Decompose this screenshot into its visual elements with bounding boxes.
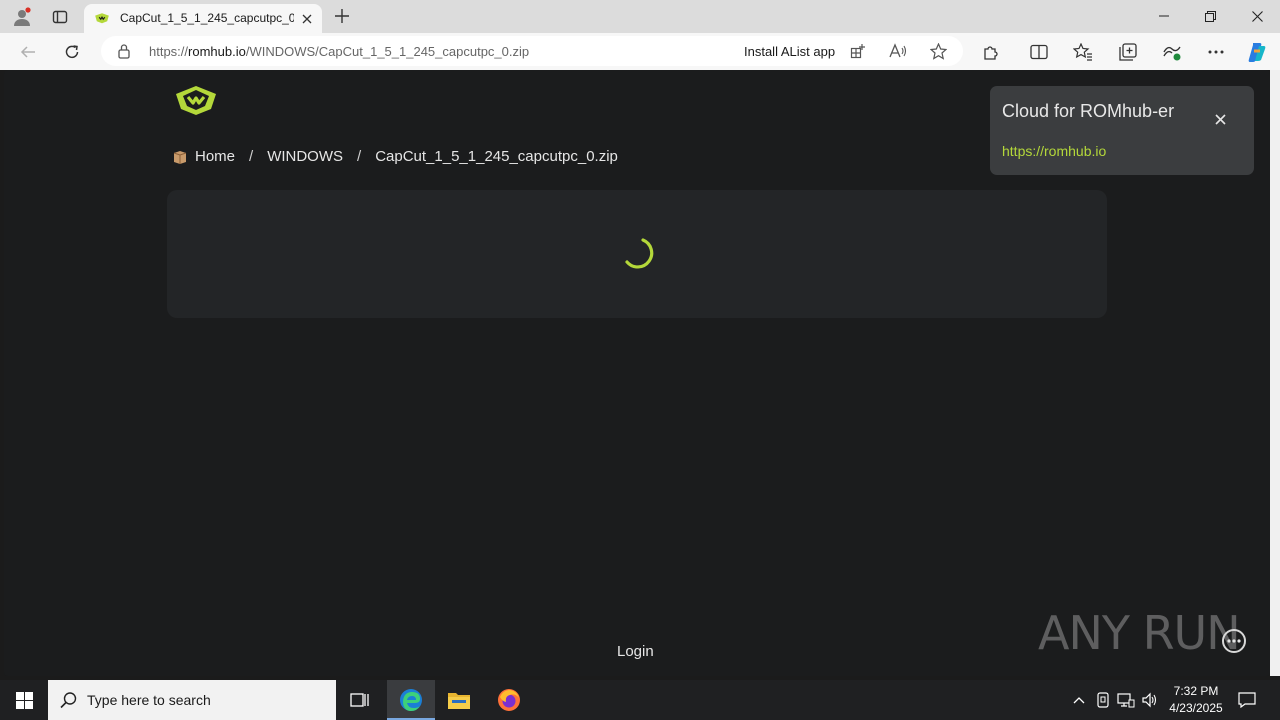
extensions-icon[interactable] [978, 39, 1004, 65]
breadcrumb-file[interactable]: CapCut_1_5_1_245_capcutpc_0.zip [375, 148, 618, 165]
anyrun-watermark: ANY RUN [1038, 606, 1241, 660]
firefox-icon[interactable] [485, 680, 533, 720]
tab-title: CapCut_1_5_1_245_capcutpc_0.zip [120, 11, 294, 25]
chat-bubble-icon[interactable] [1222, 629, 1246, 653]
network-icon[interactable] [1116, 690, 1136, 710]
tab-actions-icon[interactable] [47, 4, 73, 30]
new-tab-button[interactable] [330, 4, 354, 28]
tab-bar: CapCut_1_5_1_245_capcutpc_0.zip [0, 0, 1280, 33]
clock-time: 7:32 PM [1173, 684, 1219, 698]
favorites-icon[interactable] [1070, 39, 1096, 65]
minimize-icon[interactable] [1141, 0, 1187, 32]
watermark-text: ANY RUN [1038, 606, 1241, 660]
refresh-icon[interactable] [58, 38, 86, 66]
notification-toast: Cloud for ROMhub-er https://romhub.io [990, 86, 1254, 175]
breadcrumb-separator: / [249, 148, 254, 165]
edge-taskbar-icon[interactable] [387, 680, 435, 720]
file-preview-card [167, 190, 1107, 318]
restore-icon[interactable] [1187, 0, 1233, 32]
address-bar[interactable]: https://romhub.io/WINDOWS/CapCut_1_5_1_2… [101, 36, 963, 66]
volume-icon[interactable] [1140, 690, 1160, 710]
toast-title: Cloud for ROMhub-er [1002, 101, 1175, 121]
breadcrumb-windows[interactable]: WINDOWS [267, 148, 343, 165]
back-icon[interactable] [14, 38, 42, 66]
more-options-icon[interactable] [1203, 39, 1229, 65]
breadcrumb-separator: / [357, 148, 362, 165]
breadcrumb: Home / WINDOWS / CapCut_1_5_1_245_capcut… [172, 148, 618, 165]
romhub-logo[interactable] [174, 84, 218, 121]
clock-date: 4/23/2025 [1169, 701, 1223, 715]
toast-link[interactable]: https://romhub.io [1002, 143, 1106, 159]
notification-center-icon[interactable] [1234, 688, 1260, 712]
home-box-icon [172, 149, 188, 165]
page-viewport: Home / WINDOWS / CapCut_1_5_1_245_capcut… [4, 70, 1270, 676]
split-screen-icon[interactable] [1026, 39, 1052, 65]
loading-spinner-icon [625, 238, 654, 269]
tab-close-icon[interactable] [298, 10, 316, 28]
windows-start-icon[interactable] [0, 680, 48, 720]
collections-icon[interactable] [1115, 39, 1141, 65]
breadcrumb-home[interactable]: Home [195, 148, 235, 165]
search-icon [60, 691, 78, 714]
profile-icon[interactable] [9, 4, 35, 30]
url-text[interactable]: https://romhub.io/WINDOWS/CapCut_1_5_1_2… [149, 44, 529, 59]
login-link[interactable]: Login [617, 643, 654, 660]
tab-active[interactable]: CapCut_1_5_1_245_capcutpc_0.zip [84, 4, 322, 33]
device-icon[interactable] [1093, 690, 1113, 710]
lock-icon[interactable] [117, 43, 131, 64]
close-window-icon[interactable] [1234, 0, 1280, 32]
install-app-icon[interactable] [849, 42, 867, 60]
task-view-icon[interactable] [336, 680, 384, 720]
toast-close-icon[interactable] [1211, 110, 1229, 128]
copilot-icon[interactable] [1244, 39, 1270, 65]
taskbar: Type here to search 7:32 PM 4/23/2025 [0, 680, 1280, 720]
favorite-star-icon[interactable] [929, 42, 947, 60]
taskbar-clock[interactable]: 7:32 PM 4/23/2025 [1162, 683, 1230, 717]
read-aloud-icon[interactable] [889, 42, 907, 60]
taskbar-search[interactable]: Type here to search [48, 680, 336, 720]
search-placeholder: Type here to search [87, 692, 211, 708]
page-scrollbar[interactable] [1270, 70, 1280, 676]
file-explorer-icon[interactable] [435, 680, 483, 720]
tray-chevron-icon[interactable] [1069, 690, 1089, 710]
browser-toolbar: https://romhub.io/WINDOWS/CapCut_1_5_1_2… [0, 33, 1280, 70]
install-app-label[interactable]: Install AList app [744, 44, 835, 59]
browser-essentials-icon[interactable] [1159, 39, 1185, 65]
romhub-favicon-icon [94, 11, 110, 30]
